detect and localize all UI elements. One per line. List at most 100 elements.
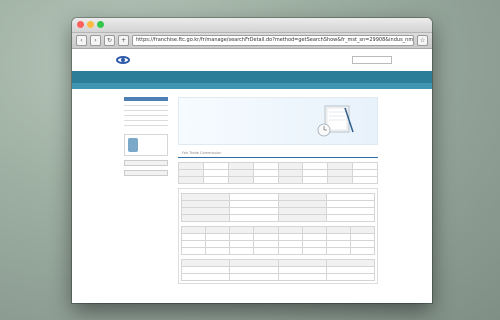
table-cell <box>229 233 255 241</box>
table-cell <box>352 169 378 177</box>
store-status-table <box>180 226 376 255</box>
left-sidebar <box>124 97 168 176</box>
table-row <box>180 214 376 222</box>
table-header-cell <box>277 169 304 177</box>
table-header-cell <box>227 162 254 170</box>
minimize-icon[interactable] <box>87 21 94 28</box>
column-header <box>229 226 255 234</box>
table-row <box>178 169 378 177</box>
table-header-cell <box>277 162 304 170</box>
browser-window: ‹ › ↻ + https://franchise.ftc.go.kr/fr/m… <box>72 18 432 303</box>
table-cell <box>325 207 376 215</box>
table-header-cell <box>227 169 254 177</box>
table-header-cell <box>178 162 204 170</box>
table-row <box>180 200 376 208</box>
site-logo[interactable] <box>116 56 133 64</box>
table-cell <box>301 247 327 255</box>
table-cell <box>349 233 376 241</box>
app-download-box[interactable] <box>124 134 168 156</box>
sub-navigation <box>72 83 432 89</box>
column-header <box>277 259 327 267</box>
forward-icon[interactable]: › <box>90 35 101 46</box>
table-header-cell <box>277 176 304 184</box>
table-header-cell <box>180 214 231 222</box>
table-cell <box>325 240 351 248</box>
table-cell <box>253 247 279 255</box>
table-row <box>178 176 378 184</box>
table-header-cell <box>277 207 327 215</box>
table-cell <box>229 193 279 201</box>
table-header-cell <box>277 200 327 208</box>
table-row <box>180 247 376 255</box>
table-cell <box>352 162 378 170</box>
share-icon[interactable]: + <box>118 35 129 46</box>
table-cell <box>277 233 303 241</box>
column-header <box>325 259 376 267</box>
table-cell <box>325 214 376 222</box>
zoom-icon[interactable] <box>97 21 104 28</box>
table-cell <box>229 207 279 215</box>
table-cell <box>301 233 327 241</box>
table-cell <box>180 247 207 255</box>
table-cell <box>277 266 327 274</box>
site-header <box>72 49 432 71</box>
table-cell <box>277 240 303 248</box>
column-header <box>301 226 327 234</box>
table-cell <box>253 233 279 241</box>
page-header: Fair Trade Commission <box>178 151 378 158</box>
table-cell <box>229 273 279 281</box>
table-cell <box>325 233 351 241</box>
column-header <box>253 226 279 234</box>
general-status-table <box>180 193 376 222</box>
table-row <box>178 162 378 170</box>
table-row <box>180 193 376 201</box>
table-header-cell <box>277 193 327 201</box>
table-header-cell <box>178 169 204 177</box>
table-cell <box>205 240 231 248</box>
column-header <box>180 259 231 267</box>
table-cell <box>349 240 376 248</box>
page-subtitle: Fair Trade Commission <box>182 151 222 155</box>
sidebar-item[interactable] <box>124 121 168 126</box>
web-page: Fair Trade Commission <box>72 49 432 303</box>
table-header-cell <box>178 176 204 184</box>
table-header-cell <box>327 162 354 170</box>
main-content: Fair Trade Commission <box>178 97 378 284</box>
column-header <box>277 226 303 234</box>
overview-table <box>178 162 378 184</box>
table-cell <box>229 214 279 222</box>
table-header-cell <box>180 207 231 215</box>
table-cell <box>325 266 376 274</box>
back-icon[interactable]: ‹ <box>76 35 87 46</box>
table-header-cell <box>180 200 231 208</box>
table-cell <box>180 266 231 274</box>
site-search-input[interactable] <box>352 56 392 64</box>
reload-icon[interactable]: ↻ <box>104 35 115 46</box>
table-cell <box>349 247 376 255</box>
window-controls <box>77 21 104 28</box>
table-cell <box>205 247 231 255</box>
logo-eye-icon <box>116 56 130 64</box>
table-cell <box>302 162 329 170</box>
table-cell <box>252 162 279 170</box>
column-header <box>205 226 231 234</box>
table-cell <box>202 176 229 184</box>
side-button[interactable] <box>124 160 168 166</box>
table-cell <box>325 200 376 208</box>
table-cell <box>277 273 327 281</box>
table-row <box>180 207 376 215</box>
table-cell <box>180 233 207 241</box>
table-header-row <box>180 226 376 234</box>
table-cell <box>252 176 279 184</box>
column-header <box>229 259 279 267</box>
table-cell <box>252 169 279 177</box>
side-button[interactable] <box>124 170 168 176</box>
address-bar[interactable]: https://franchise.ftc.go.kr/fr/manage/se… <box>132 35 414 46</box>
bookmark-icon[interactable]: ☆ <box>417 35 428 46</box>
table-header-cell <box>180 193 231 201</box>
column-header <box>180 226 207 234</box>
officers-table <box>180 259 376 281</box>
table-cell <box>325 193 376 201</box>
table-cell <box>229 266 279 274</box>
close-icon[interactable] <box>77 21 84 28</box>
